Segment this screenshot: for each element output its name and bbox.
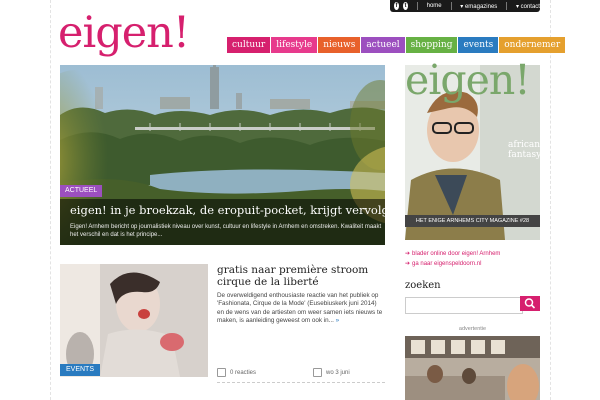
site-logo[interactable]: eigen! <box>58 8 190 58</box>
layout-guide-left <box>50 0 51 400</box>
link-label: blader online door eigen! Arnhem <box>412 251 501 257</box>
divider <box>450 2 452 10</box>
topbar-link-emagazines[interactable]: ▾ emagazines <box>460 3 497 10</box>
advertisement-image[interactable] <box>405 336 540 400</box>
search-button[interactable] <box>520 296 540 311</box>
nav-item-cultuur[interactable]: cultuur <box>227 37 271 53</box>
comments-count[interactable]: 0 reacties <box>217 368 256 377</box>
calendar-icon <box>313 368 322 377</box>
nav-item-shopping[interactable]: shopping <box>405 37 458 53</box>
hero-category-tag[interactable]: ACTUEEL <box>60 185 103 197</box>
facebook-icon[interactable]: f <box>394 2 399 10</box>
divider <box>417 2 418 10</box>
arrow-right-icon: ➔ <box>405 251 411 257</box>
search-icon <box>524 298 536 309</box>
twitter-icon[interactable]: t <box>403 2 408 10</box>
comments-label: 0 reacties <box>230 369 257 376</box>
magazine-cover-strip: HET ENIGE ARNHEMS CITY MAGAZINE #28 <box>415 218 530 224</box>
magazine-cover-headline: african fantasy <box>508 140 542 160</box>
nav-item-nieuws[interactable]: nieuws <box>318 37 361 53</box>
article-category-tag[interactable]: EVENTS <box>60 364 101 376</box>
main-nav: cultuur lifestyle nieuws actueel shoppin… <box>227 37 566 53</box>
nav-item-ondernemer[interactable]: ondernemer <box>499 37 566 53</box>
divider <box>217 382 385 383</box>
article-excerpt: De overweldigend enthousiaste reactie va… <box>217 292 385 326</box>
nav-item-events[interactable]: events <box>458 37 499 53</box>
article-image[interactable] <box>60 264 208 377</box>
hero-title[interactable]: eigen! in je broekzak, de eropuit-pocket… <box>70 203 389 217</box>
search-heading: zoeken <box>405 280 441 291</box>
restaurant-photo <box>405 336 540 400</box>
divider <box>506 2 507 10</box>
arrow-right-icon: ➔ <box>405 261 411 267</box>
hero-excerpt: Eigen! Arnhem bericht op journalistiek n… <box>70 224 382 238</box>
advertisement-label: advertentie <box>458 326 487 332</box>
article-date: wo 3 juni <box>313 368 350 377</box>
topbar-link-label: contact <box>520 3 540 10</box>
magazine-logo: eigen! <box>405 56 531 104</box>
eigenspeldoorn-link[interactable]: ➔ ga naar eigenspeldoorn.nl <box>405 260 481 267</box>
link-label: ga naar eigenspeldoorn.nl <box>412 261 482 267</box>
article-excerpt-text: De overweldigend enthousiaste reactie va… <box>217 292 383 325</box>
top-bar: f t home ▾ emagazines ▾ contact <box>390 0 540 12</box>
clown-performer-photo <box>60 264 208 377</box>
nav-item-lifestyle[interactable]: lifestyle <box>271 37 318 53</box>
hero-image[interactable] <box>60 65 385 245</box>
topbar-link-contact[interactable]: ▾ contact <box>516 3 540 10</box>
nav-item-actueel[interactable]: actueel <box>361 37 405 53</box>
article-title[interactable]: gratis naar première stroom cirque de la… <box>217 264 385 288</box>
topbar-link-home[interactable]: home <box>427 3 442 9</box>
date-label: wo 3 juni <box>326 369 350 376</box>
read-more-link[interactable]: » <box>336 317 340 324</box>
magazine-online-link[interactable]: ➔ blader online door eigen! Arnhem <box>405 250 500 257</box>
topbar-link-label: emagazines <box>464 3 498 10</box>
comment-icon <box>217 368 226 377</box>
search-input[interactable] <box>405 297 523 314</box>
layout-guide-right <box>550 0 551 400</box>
